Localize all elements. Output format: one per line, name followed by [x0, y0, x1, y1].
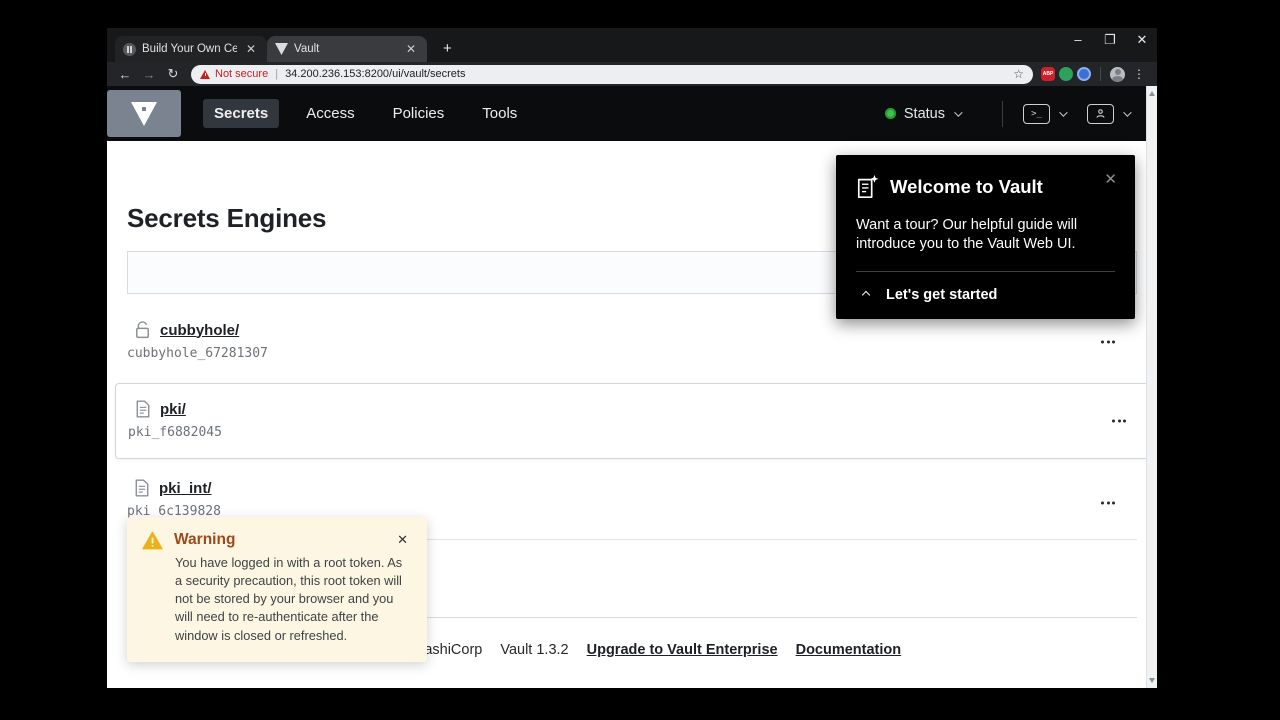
footer-version: Vault 1.3.2 [500, 642, 569, 658]
close-button[interactable]: ✕ [1133, 32, 1151, 48]
not-secure-label[interactable]: Not secure [215, 68, 268, 80]
welcome-divider [856, 270, 1115, 272]
status-menu[interactable]: Status [884, 105, 963, 122]
engine-list: cubbyhole/ cubbyhole_67281307 pki/ pki_f… [115, 309, 1149, 540]
engine-row-cubbyhole: cubbyhole/ cubbyhole_67281307 [127, 309, 1137, 375]
unlock-icon [136, 321, 149, 339]
adblock-extension-icon[interactable]: ABP [1041, 67, 1055, 81]
lets-get-started-button[interactable]: Let's get started [856, 287, 1115, 303]
browser-menu-icon[interactable]: ⋮ [1129, 67, 1149, 81]
green-extension-icon[interactable] [1059, 67, 1073, 81]
guide-document-icon [857, 175, 879, 198]
welcome-title: Welcome to Vault [890, 176, 1043, 197]
welcome-body: Want a tour? Our helpful guide will intr… [856, 217, 1078, 253]
chevron-up-icon [861, 290, 871, 299]
nav-secrets[interactable]: Secrets [203, 99, 280, 128]
tab-title: Vault [294, 43, 320, 55]
scroll-down-icon[interactable] [1149, 678, 1155, 683]
upgrade-link[interactable]: Upgrade to Vault Enterprise [587, 642, 778, 658]
header-right: Status >_ [884, 100, 1132, 127]
page-viewport: Secrets Access Policies Tools Status >_ [107, 86, 1157, 688]
back-icon[interactable]: ← [115, 67, 135, 82]
cta-label: Let's get started [886, 286, 998, 303]
terminal-icon: >_ [1023, 103, 1050, 124]
vault-logo-icon [131, 101, 157, 126]
engine-link-pki[interactable]: pki/ [160, 401, 186, 418]
browser-toolbar: ← → ↻ Not secure | 34.200.236.153:8200/u… [107, 62, 1157, 86]
not-secure-warning-icon [200, 69, 210, 79]
welcome-popup: Welcome to Vault ✕ Want a tour? Our help… [836, 155, 1135, 319]
browser-window: Build Your Own Certificate Autho ✕ Vault… [107, 28, 1157, 688]
scroll-up-icon[interactable] [1149, 91, 1155, 96]
vault-favicon-icon [275, 43, 288, 55]
engine-link-cubbyhole[interactable]: cubbyhole/ [160, 322, 239, 339]
close-icon[interactable]: ✕ [1100, 168, 1121, 190]
minimize-button[interactable]: – [1069, 32, 1087, 48]
person-icon [1087, 103, 1114, 124]
nav-tools[interactable]: Tools [471, 99, 528, 128]
chevron-down-icon [954, 107, 963, 117]
reload-icon[interactable]: ↻ [163, 66, 183, 82]
document-icon [135, 479, 149, 497]
row-menu-icon[interactable] [1097, 337, 1119, 348]
blue-extension-icon[interactable] [1077, 67, 1091, 81]
engine-id: cubbyhole_67281307 [127, 346, 268, 361]
engine-row-pki: pki/ pki_f6882045 [115, 383, 1149, 459]
profile-avatar[interactable] [1110, 66, 1125, 82]
maximize-button[interactable]: ❐ [1101, 32, 1119, 48]
nav-access[interactable]: Access [295, 99, 365, 128]
status-ok-icon [884, 108, 896, 119]
address-bar[interactable]: Not secure | 34.200.236.153:8200/ui/vaul… [191, 64, 1033, 84]
bookmark-star-icon[interactable]: ☆ [1013, 67, 1024, 81]
tab-close-icon[interactable]: ✕ [243, 42, 259, 56]
vault-nav: Secrets Access Policies Tools [203, 99, 528, 128]
chevron-down-icon [1123, 107, 1132, 117]
document-icon [136, 400, 150, 418]
vault-header: Secrets Access Policies Tools Status >_ [107, 86, 1157, 141]
header-divider [1002, 100, 1003, 127]
toolbar-divider [1100, 67, 1101, 81]
site-favicon-icon [123, 42, 136, 56]
new-tab-button[interactable]: + [437, 40, 458, 57]
row-menu-icon[interactable] [1097, 498, 1119, 509]
tab-strip: Build Your Own Certificate Autho ✕ Vault… [107, 28, 1157, 62]
documentation-link[interactable]: Documentation [796, 642, 902, 658]
page-scrollbar[interactable] [1146, 86, 1157, 688]
warning-triangle-icon [142, 531, 163, 550]
row-menu-icon[interactable] [1108, 416, 1130, 427]
tab-close-icon[interactable]: ✕ [403, 42, 419, 56]
nav-policies[interactable]: Policies [382, 99, 456, 128]
root-token-warning-toast: Warning ✕ You have logged in with a root… [127, 517, 427, 662]
vault-logo[interactable] [107, 90, 181, 137]
close-icon[interactable]: ✕ [393, 531, 412, 549]
omnibox-separator: | [275, 68, 279, 80]
chevron-down-icon [1059, 107, 1068, 117]
window-controls: – ❐ ✕ [1069, 32, 1151, 48]
engine-id: pki_f6882045 [128, 425, 222, 440]
tab-vault[interactable]: Vault ✕ [267, 36, 427, 62]
forward-icon[interactable]: → [139, 67, 159, 82]
user-menu[interactable] [1087, 103, 1132, 124]
console-menu[interactable]: >_ [1023, 103, 1068, 124]
url-text[interactable]: 34.200.236.153:8200/ui/vault/secrets [285, 68, 1007, 80]
engine-link-pki-int[interactable]: pki_int/ [159, 480, 212, 497]
tab-certificate-article[interactable]: Build Your Own Certificate Autho ✕ [115, 36, 267, 62]
warning-title: Warning [174, 531, 236, 548]
tab-title: Build Your Own Certificate Autho [142, 43, 237, 55]
status-label: Status [903, 105, 945, 122]
warning-body: You have logged in with a root token. As… [175, 555, 403, 643]
